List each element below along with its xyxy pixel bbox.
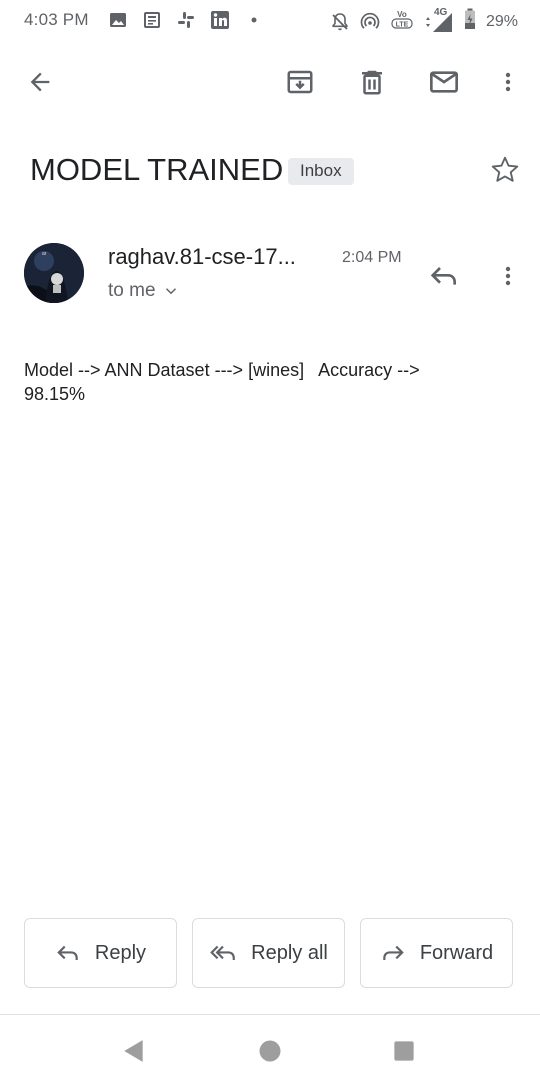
archive-button[interactable] (280, 62, 320, 102)
back-arrow-icon (30, 72, 50, 92)
forward-button[interactable]: Forward (360, 918, 513, 988)
subject-row: MODEL TRAINED Inbox (30, 148, 520, 194)
inbox-label-chip[interactable]: Inbox (288, 158, 354, 185)
recipients-text: to me (108, 280, 156, 301)
reply-label: Reply (94, 941, 147, 964)
reply-icon (430, 267, 456, 285)
battery-percent: 29% (485, 12, 518, 30)
triangle-back-icon (124, 1040, 143, 1062)
sender-name[interactable]: raghav.81-cse-17... (108, 244, 296, 270)
recipients-toggle[interactable]: to me (108, 280, 180, 302)
nav-back-button[interactable] (114, 1031, 154, 1071)
dot-icon (244, 10, 264, 30)
nav-home-button[interactable] (250, 1031, 290, 1071)
email-time: 2:04 PM (342, 249, 402, 266)
system-nav-bar (0, 1015, 540, 1080)
email-view-screen: 4:03 PM Vo LTE 4G 29% MODEL TRAINED Inbo… (0, 0, 540, 1080)
mail-icon (430, 71, 458, 93)
archive-icon (287, 70, 313, 94)
news-icon (142, 10, 162, 30)
reply-all-label: Reply all (251, 941, 328, 964)
message-more-button[interactable] (488, 254, 528, 298)
circle-home-icon (259, 1040, 281, 1062)
reply-icon (57, 945, 78, 961)
back-button[interactable] (20, 62, 60, 102)
mark-unread-button[interactable] (424, 62, 464, 102)
notification-icons (108, 10, 264, 30)
quick-reply-button[interactable] (422, 254, 466, 298)
slack-icon (176, 10, 196, 30)
svg-text:Vo: Vo (397, 10, 407, 19)
status-time: 4:03 PM (24, 10, 89, 29)
linkedin-icon (210, 10, 230, 30)
svg-text:LTE: LTE (396, 21, 409, 28)
star-icon (491, 156, 519, 182)
hotspot-icon (360, 12, 380, 32)
sender-row: ar raghav.81-cse-17... 2:04 PM to me (0, 240, 540, 310)
delete-icon (362, 70, 382, 95)
reply-actions: Reply Reply all Forward (24, 918, 516, 990)
email-subject: MODEL TRAINED (30, 152, 284, 187)
avatar[interactable]: ar (24, 243, 84, 303)
reply-all-button[interactable]: Reply all (192, 918, 345, 988)
nav-recents-button[interactable] (384, 1031, 424, 1071)
star-button[interactable] (485, 150, 525, 190)
svg-text:ar: ar (42, 251, 47, 257)
forward-label: Forward (419, 941, 494, 964)
system-icons: Vo LTE 4G 29% (330, 7, 518, 35)
chevron-down-icon (165, 288, 176, 295)
reply-all-icon (210, 945, 235, 960)
more-vert-icon (505, 72, 511, 92)
email-body: Model --> ANN Dataset ---> [wines] Accur… (24, 360, 420, 404)
square-recents-icon (394, 1041, 414, 1061)
more-options-button[interactable] (488, 62, 528, 102)
image-icon (108, 10, 128, 30)
battery-icon (464, 8, 476, 35)
bell-off-icon (330, 12, 350, 32)
reply-button[interactable]: Reply (24, 918, 177, 988)
volte-icon: Vo LTE (390, 8, 414, 35)
delete-button[interactable] (352, 62, 392, 102)
status-bar: 4:03 PM Vo LTE 4G 29% (0, 0, 540, 40)
avatar-image: ar (24, 243, 84, 303)
network-type: 4G (433, 6, 448, 18)
signal-icon: 4G (424, 7, 454, 33)
more-vert-icon (505, 266, 511, 286)
toolbar (0, 52, 540, 112)
forward-icon (383, 945, 404, 961)
